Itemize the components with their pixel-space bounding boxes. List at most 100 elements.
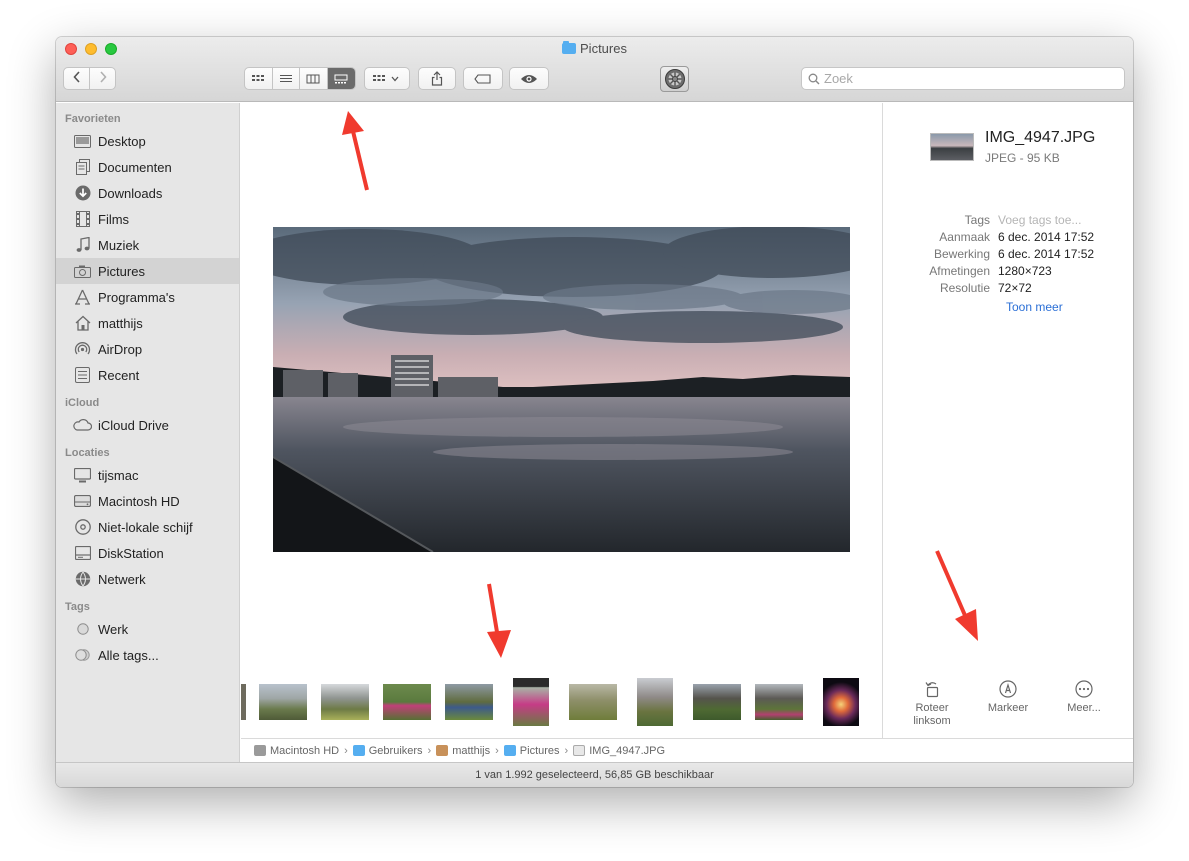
network-icon [73,570,92,588]
thumbnail[interactable] [259,684,307,720]
arrange-button[interactable] [364,67,410,90]
thumbnail[interactable] [321,684,369,720]
sidebar-item-label: Alle tags... [98,647,159,663]
gear-icon [664,69,685,89]
sidebar-item-all-tags[interactable]: Alle tags... [56,642,239,668]
sidebar-item-pictures[interactable]: Pictures [56,258,239,284]
disc-icon [73,518,92,536]
path-item-label: Pictures [519,744,560,757]
more-actions-button[interactable]: Meer... [1049,680,1119,715]
path-item-label: Gebruikers [368,744,423,757]
sidebar-section-tags: Tags [65,601,90,613]
thumbnail[interactable] [755,684,803,720]
sidebar-item-recent[interactable]: Recent [56,362,239,388]
metadata-value: 6 dec. 2014 17:52 [998,230,1095,244]
path-item-pictures[interactable]: Pictures › [503,744,568,757]
thumbnail[interactable] [569,684,617,720]
window-title: Pictures [56,41,1133,56]
folder-icon [503,745,516,756]
icon-view-button[interactable] [245,68,273,89]
file-thumbnail [930,133,974,161]
column-view-button[interactable] [300,68,328,89]
forward-button[interactable] [89,68,115,89]
quick-look-button[interactable] [509,67,549,90]
rotate-left-button[interactable]: Roteer linksom [897,680,967,728]
search-input[interactable] [824,71,1114,86]
gallery-view-button[interactable] [327,68,355,89]
window-title-text: Pictures [580,41,627,56]
sidebar-item-diskstation[interactable]: DiskStation [56,540,239,566]
sidebar-item-label: Pictures [98,263,145,279]
thumbnail[interactable] [241,684,246,720]
show-more-link[interactable]: Toon meer [1006,300,1063,314]
chevron-right-icon: › [495,744,499,757]
desktop-icon [73,132,92,150]
path-item-label: Macintosh HD [270,744,340,757]
chevron-left-icon [73,71,80,83]
list-view-button[interactable] [273,68,300,89]
system-preferences-button[interactable] [660,66,689,92]
eye-icon [521,74,537,83]
sidebar-item-label: tijsmac [98,467,139,483]
hard-drive-icon [73,492,92,510]
sidebar-item-films[interactable]: Films [56,206,239,232]
share-button[interactable] [418,67,456,90]
path-item-macintosh-hd[interactable]: Macintosh HD › [254,745,348,757]
apps-icon [73,288,92,306]
sidebar-item-home[interactable]: matthijs [56,310,239,336]
sidebar-item-tag-werk[interactable]: Werk [56,616,239,642]
sidebar: Favorieten Desktop Documenten Downloads … [56,103,240,766]
path-item-home[interactable]: matthijs › [436,745,499,757]
sidebar-item-icloud-drive[interactable]: iCloud Drive [56,412,239,438]
thumbnail[interactable] [823,678,859,726]
sidebar-item-desktop[interactable]: Desktop [56,128,239,154]
tags-button[interactable] [463,67,503,90]
thumbnail[interactable] [513,678,549,726]
sidebar-item-downloads[interactable]: Downloads [56,180,239,206]
sidebar-item-label: Muziek [98,237,140,253]
sidebar-item-remote-disc[interactable]: Niet-lokale schijf [56,514,239,540]
sidebar-item-tijsmac[interactable]: tijsmac [56,462,239,488]
sidebar-item-music[interactable]: Muziek [56,232,239,258]
path-item-label: IMG_4947.JPG [589,744,666,757]
sidebar-item-airdrop[interactable]: AirDrop [56,336,239,362]
path-item-label: matthijs [452,744,491,757]
cloud-icon [73,416,92,434]
sidebar-item-label: Werk [98,621,129,637]
back-button[interactable] [64,68,89,89]
preview-inspector: IMG_4947.JPG JPEG - 95 KB Tags Voeg tags… [882,103,1133,738]
path-item-users[interactable]: Gebruikers › [352,744,431,757]
documents-icon [73,158,92,176]
sidebar-item-label: Niet-lokale schijf [98,519,193,535]
thumbnail-strip [241,676,882,728]
sidebar-item-macintosh-hd[interactable]: Macintosh HD [56,488,239,514]
thumbnail[interactable] [693,684,741,720]
search-field[interactable] [801,67,1125,90]
toolbar: Pictures [56,37,1133,102]
thumbnail[interactable] [383,684,431,720]
metadata-row-tags: Tags Voeg tags toe... [883,213,1133,230]
downloads-icon [73,184,92,202]
airdrop-icon [73,340,92,358]
image-preview[interactable] [273,227,850,552]
markup-button[interactable]: Markeer [973,680,1043,715]
sidebar-item-documents[interactable]: Documenten [56,154,239,180]
thumbnail[interactable] [637,678,673,726]
view-mode-selector [244,67,356,90]
sidebar-item-label: AirDrop [98,341,143,357]
sidebar-item-applications[interactable]: Programma's [56,284,239,310]
path-bar: Macintosh HD › Gebruikers › matthijs › Pict… [241,738,1133,762]
finder-window: Pictures Zoek Favorieten Desktop Documen… [56,37,1133,787]
server-icon [73,544,92,562]
sidebar-section-favorites: Favorieten [65,113,121,125]
sidebar-item-network[interactable]: Netwerk [56,566,239,592]
path-item-file[interactable]: IMG_4947.JPG [573,745,665,757]
thumbnail[interactable] [445,684,493,720]
add-tags-field[interactable]: Voeg tags toe... [998,213,1081,230]
home-icon [436,745,449,756]
chevron-right-icon [100,71,107,83]
all-tags-icon [73,646,92,664]
share-icon [431,71,443,86]
folder-icon [352,745,365,756]
markup-icon [999,680,1017,698]
